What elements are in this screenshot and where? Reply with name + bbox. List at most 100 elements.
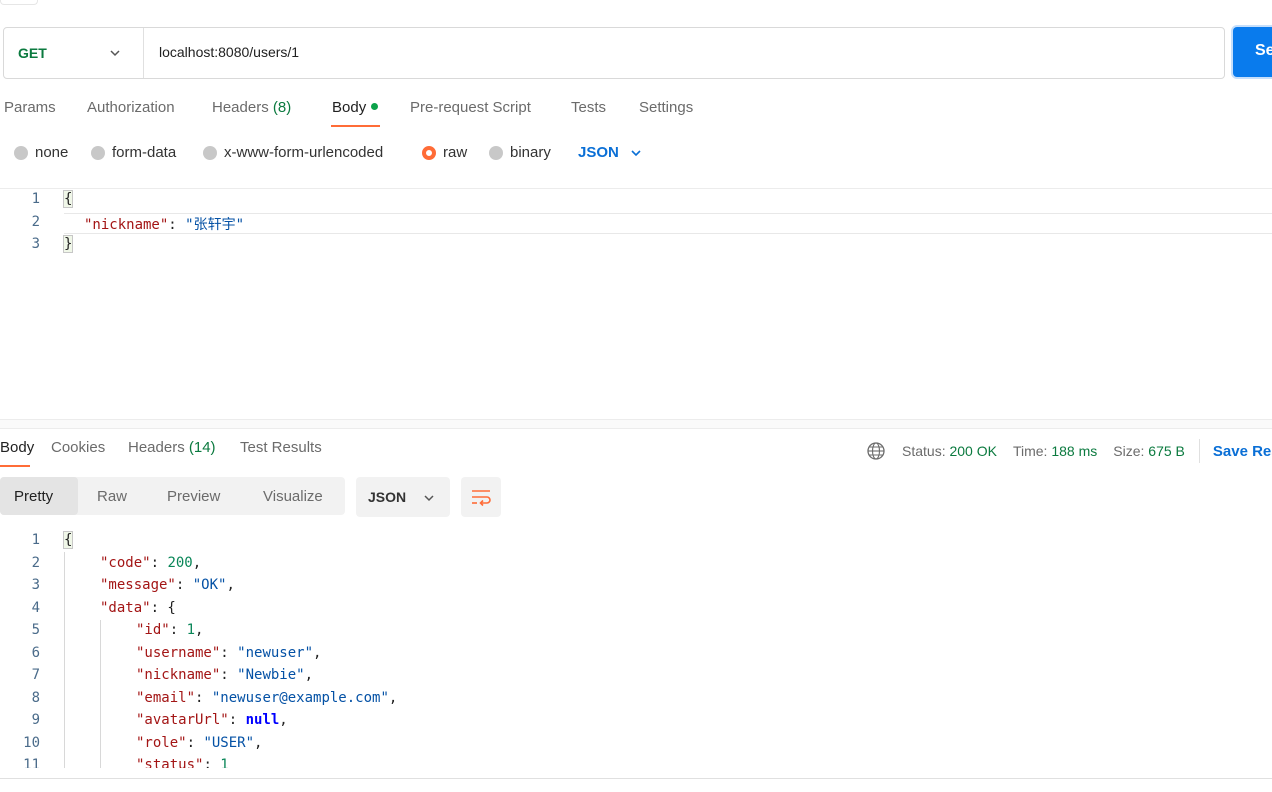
tab-headers-label: Headers — [212, 99, 269, 116]
globe-icon[interactable] — [866, 441, 886, 461]
line-number: 11 — [23, 757, 40, 768]
radio-form-data[interactable]: form-data — [91, 144, 176, 161]
response-code-line: "nickname": "Newbie", — [136, 667, 314, 683]
tab-settings[interactable]: Settings — [639, 99, 693, 116]
json-number-value: 1 — [186, 622, 196, 638]
line-number: 1 — [31, 191, 40, 207]
tab-tests[interactable]: Tests — [571, 99, 606, 116]
radio-circle — [203, 145, 217, 160]
save-response-button[interactable]: Save Response — [1213, 443, 1272, 460]
line-number: 6 — [31, 645, 40, 661]
line-number: 9 — [31, 712, 40, 728]
status-value: 200 OK — [949, 443, 997, 459]
response-code-line: "username": "newuser", — [136, 645, 322, 661]
response-tab-test-results[interactable]: Test Results — [240, 439, 322, 456]
tab-body-label: Body — [332, 99, 367, 116]
response-code-line: "email": "newuser@example.com", — [136, 690, 398, 706]
radio-raw[interactable]: raw — [422, 144, 467, 161]
url-bar: GET localhost:8080/users/1 — [3, 27, 1225, 79]
line-number: 3 — [31, 236, 40, 252]
tab-params[interactable]: Params — [4, 99, 56, 116]
json-key: "data" — [100, 600, 151, 616]
send-button[interactable]: Send — [1233, 27, 1272, 77]
radio-circle — [91, 145, 105, 160]
response-tab-body[interactable]: Body — [0, 439, 34, 456]
response-code-line: "status": 1 — [136, 757, 229, 768]
active-tab-indicator — [0, 465, 30, 467]
tab-tests-label: Tests — [571, 99, 607, 116]
radio-circle — [489, 145, 503, 160]
json-key: "code" — [100, 555, 151, 571]
request-code-line[interactable]: } — [62, 235, 74, 253]
tab-settings-label: Settings — [639, 99, 694, 116]
json-number-value: 200 — [167, 555, 193, 571]
json-key: "username" — [136, 645, 221, 661]
json-string-value: "USER" — [203, 735, 255, 751]
request-code-line[interactable]: { — [62, 190, 74, 208]
url-input[interactable]: localhost:8080/users/1 — [159, 44, 299, 60]
response-format-select[interactable]: JSON — [356, 477, 450, 517]
radio-circle — [14, 145, 28, 160]
active-line-highlight — [64, 213, 1272, 234]
response-tab-test-results-label: Test Results — [240, 439, 322, 456]
view-visualize-button[interactable]: Visualize — [263, 488, 323, 505]
view-raw-button[interactable]: Raw — [97, 488, 127, 505]
response-code-line: "data": { — [100, 600, 176, 616]
divider — [1198, 439, 1200, 463]
radio-none[interactable]: none — [14, 144, 68, 161]
response-code-line: { — [62, 531, 74, 549]
line-number: 2 — [31, 214, 40, 230]
radio-binary[interactable]: binary — [489, 144, 551, 161]
response-code-line: "id": 1, — [136, 622, 204, 638]
time-indicator[interactable]: Time: 188 ms — [1013, 443, 1097, 459]
radio-none-label: none — [35, 144, 69, 161]
response-code-line: "role": "USER", — [136, 735, 263, 751]
body-language-label: JSON — [578, 144, 619, 161]
wrap-lines-button[interactable] — [461, 477, 501, 517]
line-number: 3 — [31, 577, 40, 593]
json-string-value: "张轩宇" — [185, 217, 245, 233]
status-indicator[interactable]: Status: 200 OK — [902, 443, 997, 459]
active-tab-indicator — [331, 125, 380, 127]
json-string-value: "newuser" — [237, 645, 314, 661]
view-pretty-button[interactable]: Pretty — [14, 488, 53, 505]
response-headers-count: (14) — [188, 439, 216, 456]
json-key: "status" — [136, 757, 204, 768]
wrap-lines-icon — [472, 490, 491, 507]
json-key: "id" — [136, 622, 170, 638]
response-body-editor[interactable]: 1 2 3 4 5 6 7 8 9 10 11 { "code": 200, "… — [0, 530, 1272, 768]
line-number: 10 — [23, 735, 40, 751]
json-key: "role" — [136, 735, 187, 751]
radio-urlencoded[interactable]: x-www-form-urlencoded — [203, 144, 383, 161]
json-null-value: null — [245, 712, 280, 728]
json-key: "email" — [136, 690, 196, 706]
line-number: 1 — [31, 532, 40, 548]
request-code-line[interactable]: "nickname": "张轩宇" — [84, 214, 244, 234]
indent-guide — [64, 552, 65, 768]
radio-circle-selected — [422, 145, 436, 160]
tab-pre-request-script[interactable]: Pre-request Script — [410, 99, 531, 116]
json-number-value: 1 — [220, 757, 229, 768]
radio-binary-label: binary — [510, 144, 551, 161]
tab-headers[interactable]: Headers (8) — [212, 99, 291, 116]
method-label: GET — [18, 45, 47, 61]
method-select[interactable]: GET — [4, 28, 144, 78]
chevron-down-icon — [110, 50, 120, 57]
tab-authorization[interactable]: Authorization — [87, 99, 175, 116]
view-preview-button[interactable]: Preview — [167, 488, 220, 505]
body-modified-dot — [371, 103, 379, 110]
tab-headers-count: (8) — [272, 99, 292, 116]
json-key: "nickname" — [84, 217, 169, 233]
response-code-line: "avatarUrl": null, — [136, 712, 288, 728]
response-format-label: JSON — [368, 489, 407, 505]
pane-resize-handle[interactable] — [0, 419, 1272, 429]
size-indicator[interactable]: Size: 675 B — [1113, 443, 1185, 459]
size-value: 675 B — [1148, 443, 1185, 459]
response-tab-headers[interactable]: Headers (14) — [128, 439, 216, 456]
tab-body[interactable]: Body — [332, 99, 379, 116]
line-number: 8 — [31, 690, 40, 706]
line-number: 4 — [31, 600, 40, 616]
body-language-select[interactable]: JSON — [578, 144, 643, 161]
json-string-value: "newuser@example.com" — [211, 690, 389, 706]
response-tab-cookies[interactable]: Cookies — [51, 439, 105, 456]
